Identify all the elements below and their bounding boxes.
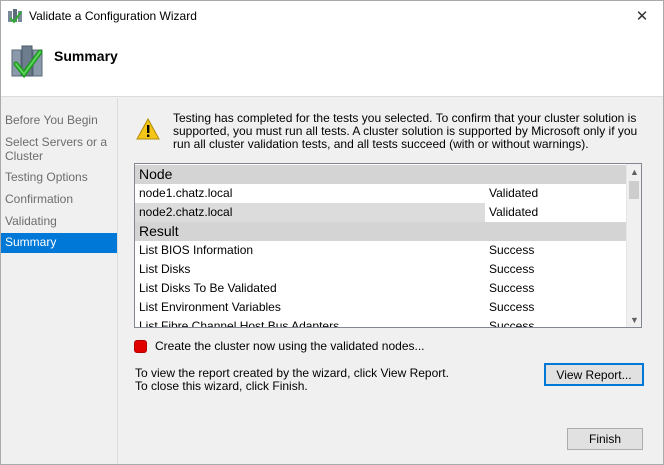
result-section-header: Result	[135, 222, 626, 241]
wizard-window: Validate a Configuration Wizard ✕ Summar…	[0, 0, 664, 465]
view-report-button[interactable]: View Report...	[544, 363, 644, 386]
page-title: Summary	[54, 48, 118, 64]
window-title: Validate a Configuration Wizard	[29, 9, 197, 23]
test-status: Success	[489, 319, 535, 327]
node-status: Validated	[489, 205, 539, 219]
node-status: Validated	[489, 186, 539, 200]
step-summary[interactable]: Summary	[1, 233, 117, 253]
finish-button[interactable]: Finish	[567, 428, 643, 450]
result-row[interactable]: List Environment Variables Success	[135, 298, 626, 317]
test-name: List Disks	[139, 262, 191, 276]
test-name: List Disks To Be Validated	[139, 281, 277, 295]
node-name: node2.chatz.local	[139, 205, 233, 219]
result-row[interactable]: List Disks To Be Validated Success	[135, 279, 626, 298]
cluster-icon	[8, 9, 22, 24]
close-icon: ✕	[635, 8, 649, 25]
validate-check-icon	[11, 45, 43, 79]
result-row[interactable]: List Disks Success	[135, 260, 626, 279]
node-section-header: Node	[135, 165, 626, 184]
scrollbar-thumb[interactable]	[629, 181, 639, 199]
test-status: Success	[489, 262, 535, 276]
step-testing-options[interactable]: Testing Options	[1, 169, 117, 185]
close-button[interactable]: ✕	[627, 5, 657, 27]
test-status: Success	[489, 243, 535, 257]
create-cluster-label: Create the cluster now using the validat…	[155, 339, 425, 353]
step-confirmation[interactable]: Confirmation	[1, 191, 117, 207]
wizard-steps-sidebar: Before You Begin Select Servers or a Clu…	[1, 98, 118, 464]
test-name: List Fibre Channel Host Bus Adapters	[139, 319, 340, 327]
results-list-content: Node node1.chatz.local Validated node2.c…	[135, 164, 626, 327]
test-name: List BIOS Information	[139, 243, 254, 257]
node-name: node1.chatz.local	[139, 186, 233, 200]
result-row[interactable]: List Fibre Channel Host Bus Adapters Suc…	[135, 317, 626, 327]
step-before-you-begin[interactable]: Before You Begin	[1, 112, 117, 128]
test-status: Success	[489, 300, 535, 314]
wizard-header: Summary	[1, 32, 663, 97]
create-cluster-option[interactable]: Create the cluster now using the validat…	[134, 339, 425, 353]
scroll-down-arrow-icon[interactable]: ▼	[627, 312, 641, 327]
instructions-text: To view the report created by the wizard…	[135, 367, 449, 393]
finish-instruction: To close this wizard, click Finish.	[135, 379, 308, 393]
step-select-servers[interactable]: Select Servers or a Cluster	[1, 134, 117, 164]
summary-message: Testing has completed for the tests you …	[173, 111, 638, 151]
step-validating[interactable]: Validating	[1, 213, 117, 229]
result-row[interactable]: List BIOS Information Success	[135, 241, 626, 260]
warning-icon	[136, 118, 160, 140]
scroll-up-arrow-icon[interactable]: ▲	[627, 164, 641, 179]
results-scrollbar[interactable]: ▲ ▼	[626, 164, 641, 327]
create-cluster-checkbox[interactable]	[134, 339, 147, 353]
test-name: List Environment Variables	[139, 300, 281, 314]
main-panel: Testing has completed for the tests you …	[119, 98, 663, 464]
node-row[interactable]: node1.chatz.local Validated	[135, 184, 626, 203]
test-status: Success	[489, 281, 535, 295]
title-bar: Validate a Configuration Wizard ✕	[1, 1, 663, 32]
results-list[interactable]: Node node1.chatz.local Validated node2.c…	[134, 163, 642, 328]
node-row[interactable]: node2.chatz.local Validated	[135, 203, 626, 222]
